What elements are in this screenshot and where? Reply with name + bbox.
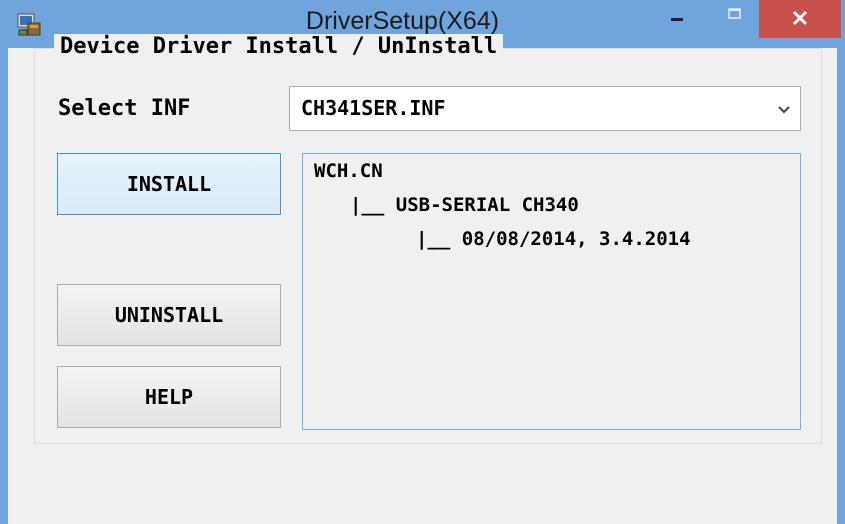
help-button[interactable]: HELP xyxy=(57,366,281,428)
select-inf-label: Select INF xyxy=(58,96,191,121)
chevron-down-icon xyxy=(778,106,790,114)
close-icon xyxy=(792,10,808,26)
inf-selected-value: CH341SER.INF xyxy=(301,96,446,120)
install-button[interactable]: INSTALL xyxy=(57,153,281,215)
groupbox-legend: Device Driver Install / UnInstall xyxy=(54,34,504,59)
info-line-device: |__ USB-SERIAL CH340 xyxy=(350,194,579,216)
info-line-version: |__ 08/08/2014, 3.4.2014 xyxy=(416,228,691,250)
maximize-button[interactable] xyxy=(708,0,760,38)
uninstall-button[interactable]: UNINSTALL xyxy=(57,284,281,346)
minimize-icon xyxy=(671,18,683,21)
maximize-icon xyxy=(728,8,741,19)
inf-select-dropdown[interactable]: CH341SER.INF xyxy=(289,86,801,131)
driver-setup-window: DriverSetup(X64) Device Driver Install /… xyxy=(0,0,845,524)
close-button[interactable] xyxy=(759,0,841,38)
minimize-button[interactable] xyxy=(650,0,706,38)
info-line-vendor: WCH.CN xyxy=(314,160,383,182)
driver-info-box: WCH.CN |__ USB-SERIAL CH340 |__ 08/08/20… xyxy=(302,153,801,430)
